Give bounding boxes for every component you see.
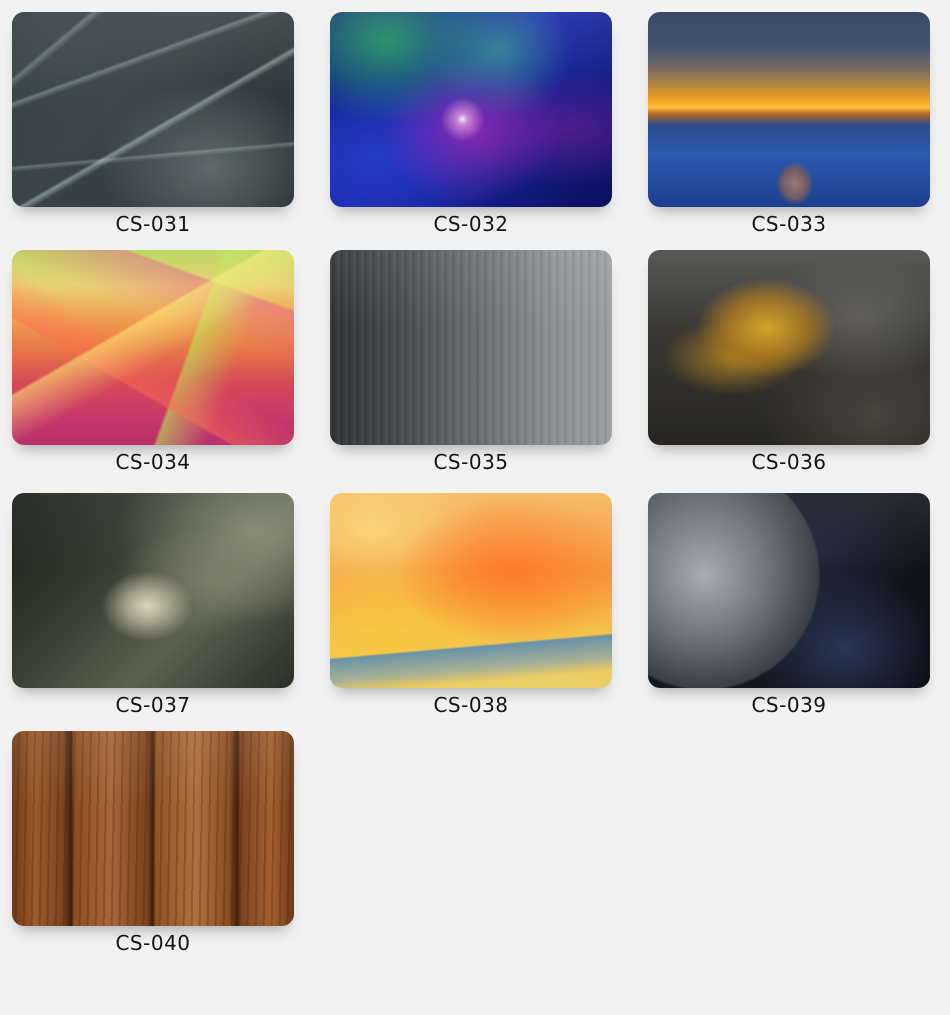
image-sheen [330,250,612,445]
swatch-image-wood[interactable] [12,731,294,926]
swatch-code-label: CS-031 [115,212,191,236]
swatch-image-galaxy[interactable] [330,12,612,207]
swatch-code-label: CS-033 [751,212,827,236]
swatch-image-space-planet[interactable] [648,493,930,688]
image-sheen [648,493,930,688]
swatch-card-cs-035[interactable]: CS-035 [330,250,612,474]
swatch-image-paper-plane[interactable] [12,493,294,688]
swatch-code-label: CS-038 [433,693,509,717]
swatch-card-cs-034[interactable]: CS-034 [12,250,294,474]
image-sheen [648,12,930,207]
image-sheen [330,12,612,207]
swatch-code-label: CS-040 [115,931,191,955]
image-sheen [12,493,294,688]
swatch-card-cs-032[interactable]: CS-032 [330,12,612,236]
swatch-image-sunset-lake[interactable] [648,12,930,207]
swatch-image-mining-truck[interactable] [648,250,930,445]
swatch-image-crayon[interactable] [330,493,612,688]
swatch-card-cs-037[interactable]: CS-037 [12,493,294,717]
swatch-card-cs-031[interactable]: CS-031 [12,12,294,236]
image-sheen [12,731,294,926]
swatch-image-brushed-metal[interactable] [330,250,612,445]
swatch-code-label: CS-032 [433,212,509,236]
swatch-code-label: CS-037 [115,693,191,717]
image-sheen [330,493,612,688]
swatch-code-label: CS-036 [751,450,827,474]
swatch-code-label: CS-034 [115,450,191,474]
image-sheen [648,250,930,445]
swatch-code-label: CS-039 [751,693,827,717]
swatch-code-label: CS-035 [433,450,509,474]
swatch-image-marble[interactable] [12,12,294,207]
swatch-card-cs-039[interactable]: CS-039 [648,493,930,717]
swatch-card-cs-033[interactable]: CS-033 [648,12,930,236]
swatch-card-cs-036[interactable]: CS-036 [648,250,930,474]
image-sheen [12,250,294,445]
swatch-image-polygon[interactable] [12,250,294,445]
swatch-card-cs-040[interactable]: CS-040 [12,731,294,955]
swatch-card-cs-038[interactable]: CS-038 [330,493,612,717]
image-sheen [12,12,294,207]
